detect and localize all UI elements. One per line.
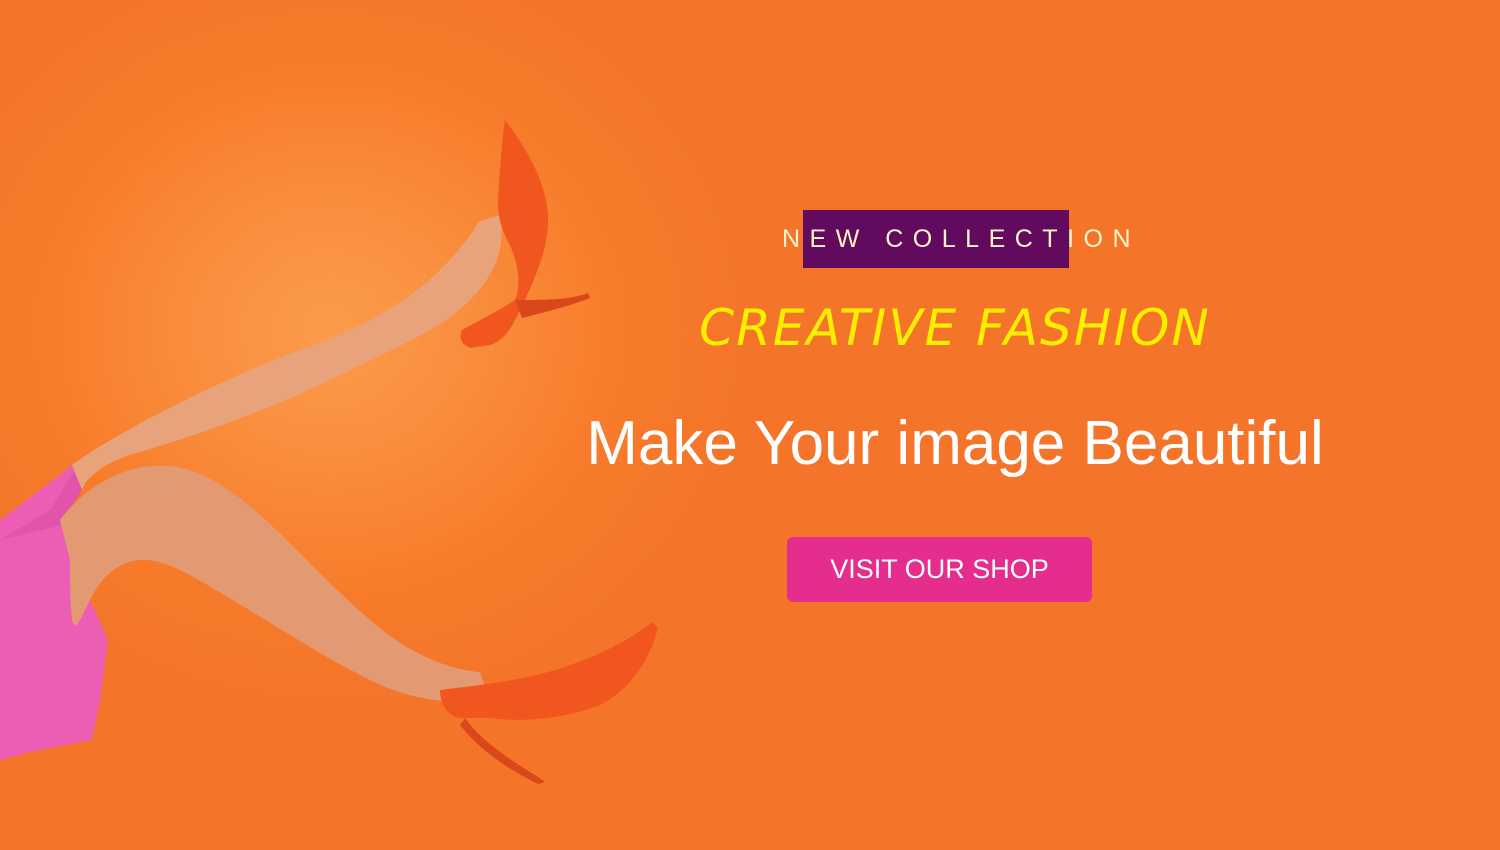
upper-leg [72,215,502,490]
hero-content: NEW COLLECTION CREATIVE FASHION Make You… [560,200,1350,620]
eyebrow-label: NEW COLLECTION [560,210,1350,268]
lower-heel [460,718,545,784]
tagline: Make Your image Beautiful [586,409,1324,478]
headline: CREATIVE FASHION [699,299,1211,357]
lower-leg [60,465,490,702]
eyebrow-text: NEW COLLECTION [781,225,1141,253]
hero-banner: NEW COLLECTION CREATIVE FASHION Make You… [0,0,1500,850]
visit-shop-button[interactable]: VISIT OUR SHOP [787,537,1092,602]
lower-shoe [440,622,658,720]
